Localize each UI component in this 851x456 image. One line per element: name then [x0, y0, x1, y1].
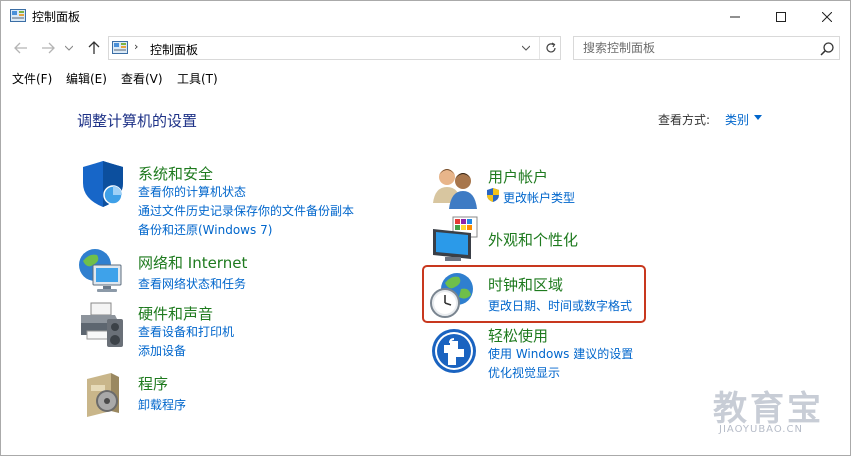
- address-dropdown-button[interactable]: [517, 37, 535, 59]
- menu-edit[interactable]: 编辑(E): [66, 70, 107, 87]
- maximize-icon: [776, 11, 786, 22]
- caret-down-icon[interactable]: [754, 115, 762, 120]
- address-row: › 控制面板: [1, 35, 850, 61]
- category-clock-region[interactable]: 时钟和区域: [488, 274, 563, 295]
- link-backup-restore[interactable]: 备份和还原(Windows 7): [138, 221, 272, 238]
- accessibility-icon[interactable]: [430, 327, 478, 375]
- address-bar[interactable]: › 控制面板: [108, 36, 561, 60]
- page-title: 调整计算机的设置: [77, 112, 198, 130]
- search-box[interactable]: [573, 36, 840, 60]
- refresh-icon: [545, 42, 556, 53]
- menu-file[interactable]: 文件(F): [12, 70, 52, 87]
- link-devices-printers[interactable]: 查看设备和打印机: [138, 323, 234, 340]
- search-icon[interactable]: [819, 41, 835, 57]
- programs-icon[interactable]: [81, 371, 129, 419]
- category-user-accounts[interactable]: 用户帐户: [488, 166, 548, 187]
- menu-tools[interactable]: 工具(T): [177, 70, 218, 87]
- link-add-device[interactable]: 添加设备: [138, 342, 186, 359]
- control-panel-icon: [112, 41, 128, 54]
- link-change-account-type[interactable]: 更改帐户类型: [503, 189, 575, 206]
- arrow-right-icon: [42, 42, 55, 54]
- minimize-button[interactable]: [712, 1, 758, 32]
- arrow-left-icon: [14, 42, 27, 54]
- breadcrumb-control-panel[interactable]: 控制面板: [150, 41, 198, 58]
- link-optimize-visual-display[interactable]: 优化视觉显示: [488, 364, 560, 381]
- arrow-up-icon: [88, 41, 100, 54]
- search-input[interactable]: [574, 37, 814, 59]
- category-system-security[interactable]: 系统和安全: [138, 163, 213, 184]
- window-title: 控制面板: [32, 10, 81, 24]
- link-change-date-time-format[interactable]: 更改日期、时间或数字格式: [488, 297, 632, 314]
- forward-button[interactable]: [39, 39, 57, 57]
- link-network-status-tasks[interactable]: 查看网络状态和任务: [138, 275, 246, 292]
- menu-bar: 文件(F) 编辑(E) 查看(V) 工具(T): [1, 67, 850, 89]
- appearance-monitor-icon[interactable]: [431, 215, 479, 263]
- category-ease-of-access[interactable]: 轻松使用: [488, 325, 548, 346]
- printer-icon[interactable]: [79, 301, 127, 349]
- close-icon: [822, 11, 832, 22]
- minimize-icon: [730, 16, 740, 17]
- maximize-button[interactable]: [758, 1, 804, 32]
- link-file-history-backup[interactable]: 通过文件历史记录保存你的文件备份副本: [138, 202, 354, 219]
- watermark-domain: JIAOYUBAO.CN: [719, 424, 803, 435]
- link-view-computer-status[interactable]: 查看你的计算机状态: [138, 183, 246, 200]
- category-programs[interactable]: 程序: [138, 373, 168, 394]
- recent-locations-button[interactable]: [63, 39, 75, 57]
- watermark: 教育宝 JIAOYUBAO.CN: [713, 381, 838, 441]
- chevron-down-icon: [522, 45, 530, 51]
- up-button[interactable]: [85, 39, 103, 57]
- link-uninstall-program[interactable]: 卸载程序: [138, 396, 186, 413]
- back-button[interactable]: [12, 39, 30, 57]
- shield-icon[interactable]: [79, 161, 127, 209]
- category-network-internet[interactable]: 网络和 Internet: [138, 252, 247, 273]
- control-panel-window: 控制面板 › 控制面板 搜索控制面板 文件(F) 编辑(E) 查看(V) 工具(…: [0, 0, 851, 456]
- category-appearance-personalization[interactable]: 外观和个性化: [488, 229, 578, 250]
- breadcrumb-separator: ›: [134, 40, 139, 53]
- users-icon[interactable]: [431, 163, 479, 211]
- chevron-down-icon: [65, 45, 73, 51]
- menu-view[interactable]: 查看(V): [121, 70, 163, 87]
- title-bar: 控制面板: [1, 1, 850, 32]
- network-globe-icon[interactable]: [77, 247, 125, 295]
- category-hardware-sound[interactable]: 硬件和声音: [138, 303, 213, 324]
- view-by-dropdown[interactable]: 类别: [725, 111, 749, 128]
- link-use-windows-recommended-settings[interactable]: 使用 Windows 建议的设置: [488, 345, 633, 362]
- watermark-text: 教育宝: [713, 389, 824, 429]
- view-by-label: 查看方式:: [658, 113, 711, 127]
- uac-shield-icon: [487, 188, 499, 202]
- refresh-button[interactable]: [539, 37, 561, 59]
- control-panel-icon: [10, 9, 26, 22]
- clock-globe-icon[interactable]: [429, 271, 477, 319]
- close-button[interactable]: [804, 1, 850, 32]
